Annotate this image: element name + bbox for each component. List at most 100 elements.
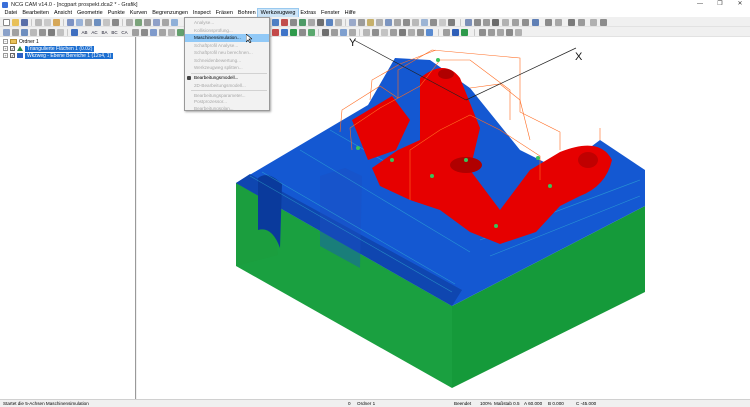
visibility-checkbox[interactable]: ✓ bbox=[10, 53, 15, 58]
toolpath-icon[interactable] bbox=[272, 18, 279, 26]
minimize-button[interactable]: — bbox=[690, 0, 710, 9]
open-folder-icon[interactable] bbox=[12, 18, 19, 26]
split-icon[interactable] bbox=[412, 18, 419, 26]
measure-radius-icon[interactable] bbox=[381, 28, 388, 36]
view-redraw-icon[interactable] bbox=[168, 28, 175, 36]
tree-item-surfaces[interactable]: + ✓ Triangulierte Flächen 1 (0.02) bbox=[3, 45, 95, 52]
zoom-window-icon[interactable] bbox=[331, 28, 338, 36]
trim-icon[interactable] bbox=[394, 18, 401, 26]
menu-geometrie[interactable]: Geometrie bbox=[75, 9, 106, 17]
view-ca-button[interactable]: CA bbox=[120, 29, 129, 36]
delete-icon[interactable] bbox=[439, 18, 446, 26]
view-previous-icon[interactable] bbox=[159, 28, 166, 36]
sim-grey-icon[interactable] bbox=[299, 28, 306, 36]
view-zoom-out-icon[interactable] bbox=[150, 28, 157, 36]
view-side-icon[interactable] bbox=[483, 18, 490, 26]
menu-item-analyse[interactable]: Analyse... bbox=[185, 19, 269, 27]
menu-kurven[interactable]: Kurven bbox=[127, 9, 149, 17]
plane-icon[interactable] bbox=[349, 18, 356, 26]
tree-item-ordner[interactable]: − Ordner 1 bbox=[3, 38, 39, 45]
points-icon[interactable] bbox=[103, 18, 110, 26]
boundary-icon[interactable] bbox=[317, 18, 324, 26]
sim-green-icon[interactable] bbox=[290, 28, 297, 36]
print-icon[interactable] bbox=[590, 18, 597, 26]
zoom-selected-icon[interactable] bbox=[349, 28, 356, 36]
sim-start-icon[interactable] bbox=[452, 28, 459, 36]
transform-icon[interactable] bbox=[430, 18, 437, 26]
window-select-icon[interactable] bbox=[30, 28, 37, 36]
menu-item-kollisionspruefung[interactable]: Kollisionsprüfung... bbox=[185, 27, 269, 35]
mirror-icon[interactable] bbox=[421, 18, 428, 26]
offset-icon[interactable] bbox=[385, 18, 392, 26]
text-icon[interactable] bbox=[555, 18, 562, 26]
layer-icon[interactable] bbox=[85, 18, 92, 26]
tool-icon[interactable] bbox=[281, 18, 288, 26]
menu-hilfe[interactable]: Hilfe bbox=[342, 9, 358, 17]
measure-icon[interactable] bbox=[126, 18, 133, 26]
copy-icon[interactable] bbox=[44, 18, 51, 26]
menu-item-maschinensimulation[interactable]: Maschinensimulation... bbox=[185, 34, 269, 42]
move-icon[interactable] bbox=[479, 28, 486, 36]
menu-item-2d-bearbeitungsmodell[interactable]: 2D-Bearbeitungsmodell... bbox=[185, 82, 269, 90]
undo-icon[interactable] bbox=[448, 18, 455, 26]
move-x-icon[interactable] bbox=[488, 28, 495, 36]
grid-icon[interactable] bbox=[135, 18, 142, 26]
join-icon[interactable] bbox=[403, 18, 410, 26]
section-icon[interactable] bbox=[358, 18, 365, 26]
menu-bohren[interactable]: Bohren bbox=[235, 9, 258, 17]
info-icon[interactable] bbox=[578, 18, 585, 26]
pan-icon[interactable] bbox=[162, 18, 169, 26]
paste-icon[interactable] bbox=[53, 18, 60, 26]
pocket-icon[interactable] bbox=[326, 18, 333, 26]
normal-icon[interactable] bbox=[399, 28, 406, 36]
rotate-icon[interactable] bbox=[153, 18, 160, 26]
mesh-icon[interactable] bbox=[322, 28, 329, 36]
save-icon[interactable] bbox=[21, 18, 28, 26]
view-fit-icon[interactable] bbox=[132, 28, 139, 36]
arrow-left-icon[interactable] bbox=[443, 28, 450, 36]
maximize-button[interactable]: ❐ bbox=[710, 0, 730, 9]
menu-begrenzungen[interactable]: Begrenzungen bbox=[150, 9, 191, 17]
new-file-icon[interactable] bbox=[3, 18, 10, 26]
view-ac-button[interactable]: AC bbox=[90, 29, 99, 36]
axis-view-icon[interactable] bbox=[71, 28, 78, 36]
wireframe-icon[interactable] bbox=[76, 18, 83, 26]
menu-punkte[interactable]: Punkte bbox=[105, 9, 127, 17]
view-front-icon[interactable] bbox=[474, 18, 481, 26]
move-y-icon[interactable] bbox=[497, 28, 504, 36]
menu-item-bearbeitungsplan[interactable]: Bearbeitungsplan... bbox=[185, 105, 269, 113]
menu-fraesen[interactable]: Fräsen bbox=[213, 9, 235, 17]
show-icon[interactable] bbox=[522, 18, 529, 26]
menu-bearbeiten[interactable]: Bearbeiten bbox=[20, 9, 52, 17]
project-icon[interactable] bbox=[376, 18, 383, 26]
curve-icon[interactable] bbox=[112, 18, 119, 26]
menu-inspect[interactable]: Inspect bbox=[191, 9, 214, 17]
view-iso-icon[interactable] bbox=[492, 18, 499, 26]
profile-icon[interactable] bbox=[335, 18, 342, 26]
menu-item-bearbeitungsmodell[interactable]: Bearbeitungsmodell... bbox=[185, 74, 269, 82]
view-bc-button[interactable]: BC bbox=[110, 29, 119, 36]
tree-item-toolpath[interactable]: + ✓ Wkzweg - Ebene Bereiche 1 (12x4, 1) bbox=[3, 52, 114, 59]
export-icon[interactable] bbox=[600, 18, 607, 26]
view-ab-button[interactable]: AB bbox=[80, 29, 89, 36]
zoom-all-icon[interactable] bbox=[340, 28, 347, 36]
render-icon[interactable] bbox=[502, 18, 509, 26]
rest-icon[interactable] bbox=[308, 18, 315, 26]
sim-check-icon[interactable] bbox=[308, 28, 315, 36]
menu-datei[interactable]: Datei bbox=[2, 9, 20, 17]
deselect-icon[interactable] bbox=[12, 28, 19, 36]
view-top-icon[interactable] bbox=[465, 18, 472, 26]
menu-item-werkzeugweg-splitten[interactable]: Werkzeugweg splitten... bbox=[185, 64, 269, 72]
close-button[interactable]: ✕ bbox=[730, 0, 750, 9]
measure-distance-icon[interactable] bbox=[363, 28, 370, 36]
shade-toggle-icon[interactable] bbox=[177, 28, 184, 36]
sim-play-icon[interactable] bbox=[461, 28, 468, 36]
colour-icon[interactable] bbox=[532, 18, 539, 26]
section-view-icon[interactable] bbox=[408, 28, 415, 36]
menu-fenster[interactable]: Fenster bbox=[318, 9, 342, 17]
menu-extras[interactable]: Extras bbox=[298, 9, 319, 17]
invert-icon[interactable] bbox=[48, 28, 55, 36]
lock-icon[interactable] bbox=[57, 28, 64, 36]
surface-icon[interactable] bbox=[94, 18, 101, 26]
select-icon[interactable] bbox=[3, 28, 10, 36]
